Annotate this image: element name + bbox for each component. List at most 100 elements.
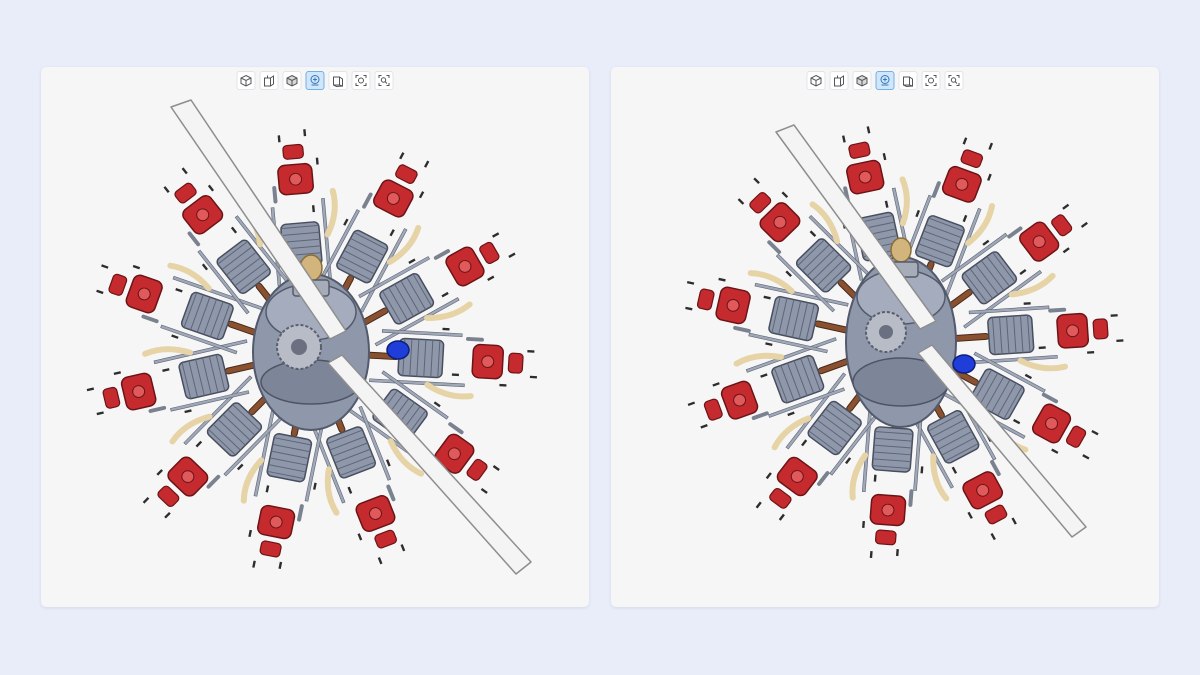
bolt [778, 513, 785, 521]
cube-outline-icon [333, 76, 343, 87]
valve-cover [703, 398, 723, 421]
bolt [1038, 346, 1046, 350]
bolt [841, 135, 846, 143]
bolt [967, 511, 973, 519]
bolt [492, 232, 500, 238]
bolt [162, 368, 170, 372]
bolt [389, 229, 395, 237]
shaded-view-button[interactable] [852, 71, 872, 90]
explode-view-button[interactable] [875, 71, 895, 90]
viewer-panel-right [611, 67, 1159, 607]
valve-cover [466, 458, 488, 481]
cylinder-head [277, 162, 314, 196]
bolt [201, 263, 209, 271]
valve-cover [108, 273, 128, 296]
valve-cover [174, 182, 197, 204]
bolt [987, 173, 992, 181]
bolt [433, 401, 441, 408]
bolt [195, 440, 203, 448]
valve-cover [749, 192, 772, 214]
blue-component [386, 340, 410, 360]
valve-cover [874, 529, 897, 546]
bolt [763, 295, 771, 300]
bolt [277, 135, 281, 143]
bolt [1116, 339, 1124, 343]
bolt [718, 277, 726, 282]
view-cube-button[interactable] [806, 71, 826, 90]
bolt [418, 191, 425, 199]
valve-cover [259, 540, 282, 558]
valve-cover [960, 149, 984, 169]
view-cube-button[interactable] [236, 71, 256, 90]
bolt [347, 486, 353, 494]
bolt [700, 424, 708, 429]
box-cut-icon [834, 75, 844, 87]
bolt [982, 239, 990, 246]
cylinder-barrel [768, 295, 820, 342]
bolt [951, 466, 958, 474]
bolt [527, 350, 535, 353]
viewer-toolbar [236, 71, 394, 90]
cube-icon [240, 74, 252, 87]
cylinder-head [355, 495, 396, 533]
bolt [529, 375, 537, 379]
bolt [845, 457, 852, 465]
bolt [86, 387, 95, 392]
bolt [236, 463, 244, 471]
valve-cover [1092, 318, 1109, 340]
bolt [487, 275, 495, 281]
focus-button[interactable] [921, 71, 941, 90]
valve-cover [374, 529, 397, 549]
intake-pipe [424, 381, 474, 400]
bolt [765, 342, 773, 347]
valve-cover [157, 485, 180, 508]
bolt [451, 373, 459, 377]
bolt [1062, 247, 1070, 254]
blue-component [952, 354, 976, 374]
cylinder-barrel [771, 354, 825, 404]
bolt [1110, 314, 1118, 317]
bolt [480, 487, 488, 494]
model-viewport[interactable] [611, 67, 1159, 607]
cylinder-head [846, 159, 885, 195]
cylinder-head [256, 504, 296, 540]
bolt [988, 142, 994, 150]
bolt [920, 466, 924, 474]
bolt [313, 482, 317, 490]
bolt [163, 186, 170, 193]
bolt [423, 160, 430, 168]
valve-cover [848, 141, 871, 159]
valve-cover [479, 241, 500, 265]
bolt [1091, 429, 1099, 436]
cylinder-barrel [178, 353, 230, 400]
valve-cover [1051, 214, 1073, 237]
zoom-fit-button[interactable] [944, 71, 964, 90]
bolt [809, 230, 817, 237]
shaded-view-button[interactable] [282, 71, 302, 90]
bolt [184, 409, 192, 414]
bolt [96, 289, 104, 295]
cylinder-head [120, 372, 157, 411]
model-viewport[interactable] [41, 67, 589, 607]
explode-view-icon [880, 75, 890, 86]
bolt [1080, 221, 1088, 228]
bolt [755, 501, 762, 509]
wireframe-view-button[interactable] [328, 71, 348, 90]
focus-button[interactable] [351, 71, 371, 90]
bolt [408, 258, 416, 264]
bolt [866, 126, 871, 134]
explode-view-button[interactable] [305, 71, 325, 90]
zoom-fit-button[interactable] [374, 71, 394, 90]
bolt [252, 560, 256, 568]
zoom-fit-icon [378, 75, 390, 86]
section-view-button[interactable] [829, 71, 849, 90]
bolt [164, 511, 171, 519]
bolt [882, 152, 887, 161]
bolt [753, 177, 760, 185]
bolt [508, 252, 516, 258]
solid-cube-icon [856, 74, 868, 87]
bolt [685, 306, 693, 311]
wireframe-view-button[interactable] [898, 71, 918, 90]
bolt [357, 533, 363, 541]
section-view-button[interactable] [259, 71, 279, 90]
